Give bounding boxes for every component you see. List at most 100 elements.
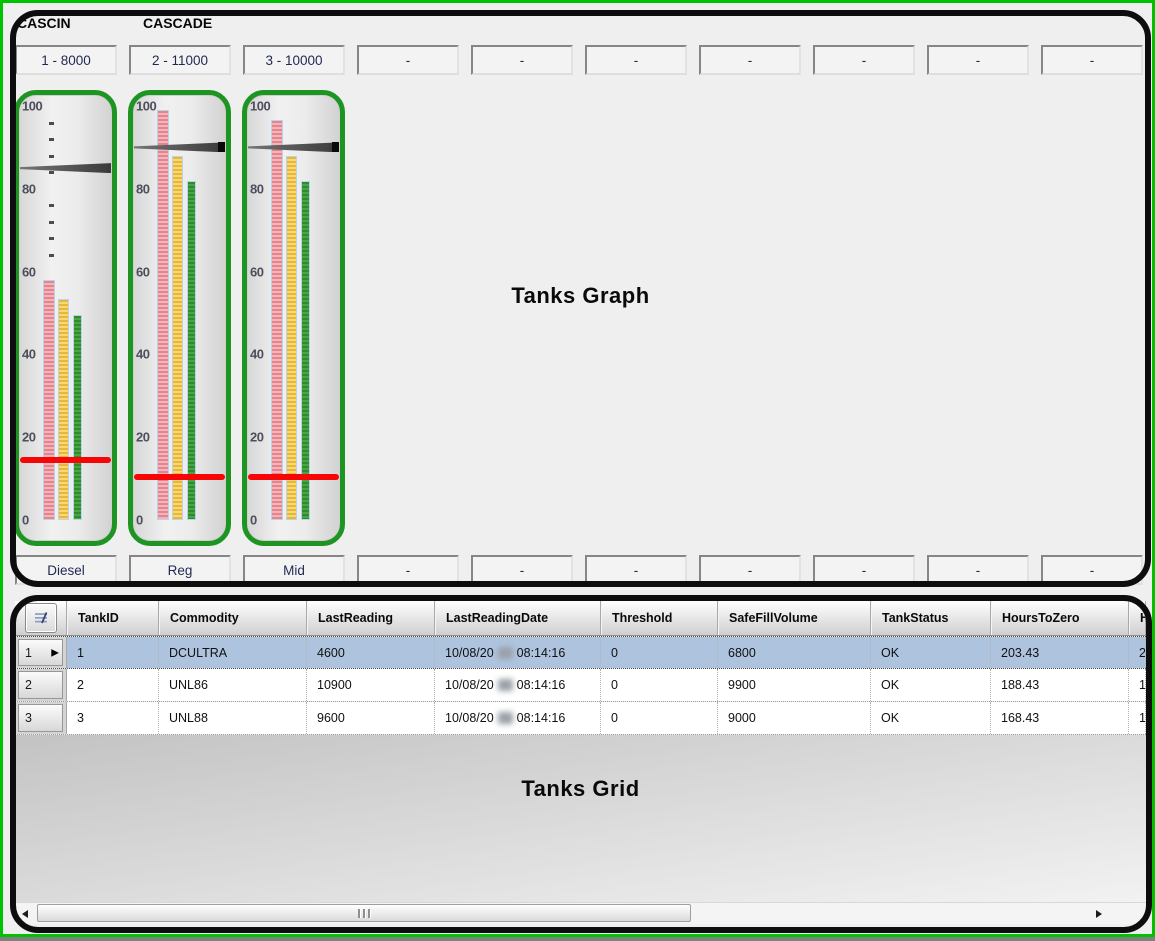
tank-gauge-3: 100806040200 xyxy=(242,90,345,546)
redacted-year-blur xyxy=(498,679,513,691)
cell-lastreadingdate[interactable]: 10/08/2008:14:16 xyxy=(435,637,601,668)
cell-hourstozero[interactable]: 203.43 xyxy=(991,637,1129,668)
column-header-tankstatus[interactable]: TankStatus xyxy=(871,601,991,635)
gauge-scale-label-80: 80 xyxy=(136,181,149,196)
cell-h[interactable]: 1 xyxy=(1129,702,1146,734)
low-threshold-line xyxy=(20,457,111,463)
tank-select-button-1[interactable]: 1 - 8000 xyxy=(15,45,117,75)
tank-select-button-10[interactable]: - xyxy=(1041,45,1143,75)
gauge-scale-label-40: 40 xyxy=(136,347,149,362)
grid-properties-icon xyxy=(33,610,49,626)
cell-hourstozero[interactable]: 188.43 xyxy=(991,669,1129,701)
table-row-1[interactable]: 1▶1DCULTRA460010/08/2008:14:1606800OK203… xyxy=(15,636,1146,669)
gauge-scale-label-60: 60 xyxy=(250,264,263,279)
column-header-lastreading[interactable]: LastReading xyxy=(307,601,435,635)
alt-volume-bar xyxy=(187,181,196,520)
commodity-button-1[interactable]: Diesel xyxy=(15,555,117,585)
cell-h[interactable]: 1 xyxy=(1129,669,1146,701)
gauge-minor-tick xyxy=(49,237,54,240)
table-row-2[interactable]: 22UNL861090010/08/2008:14:1609900OK188.4… xyxy=(15,669,1146,702)
cell-lastreadingdate[interactable]: 10/08/2008:14:16 xyxy=(435,669,601,701)
cell-lastreading[interactable]: 9600 xyxy=(307,702,435,734)
row-header-button-3[interactable]: 3 xyxy=(18,704,63,732)
cell-safefillvolume[interactable]: 9900 xyxy=(718,669,871,701)
commodity-button-2[interactable]: Reg xyxy=(129,555,231,585)
low-threshold-line xyxy=(134,474,225,480)
commodity-button-6[interactable]: - xyxy=(585,555,687,585)
cell-tankid[interactable]: 3 xyxy=(67,702,159,734)
cell-threshold[interactable]: 0 xyxy=(601,702,718,734)
scroll-left-button[interactable] xyxy=(15,903,35,924)
alt-volume-bar xyxy=(301,181,310,520)
date-prefix: 10/08/20 xyxy=(445,711,494,725)
gauge-scale-label-20: 20 xyxy=(22,430,35,445)
grid-horizontal-scrollbar[interactable] xyxy=(15,902,1146,924)
commodity-button-row: DieselRegMid------- xyxy=(3,555,1155,585)
scroll-right-button[interactable] xyxy=(1089,903,1109,924)
site-label-cascin: CASCIN xyxy=(17,15,71,31)
cell-threshold[interactable]: 0 xyxy=(601,669,718,701)
row-header-button-2[interactable]: 2 xyxy=(18,671,63,699)
cell-commodity[interactable]: UNL88 xyxy=(159,702,307,734)
cell-tankstatus[interactable]: OK xyxy=(871,669,991,701)
grid-empty-area xyxy=(15,735,1146,902)
alt-volume-bar xyxy=(73,315,82,520)
cell-tankstatus[interactable]: OK xyxy=(871,637,991,668)
commodity-button-5[interactable]: - xyxy=(471,555,573,585)
tank-select-button-6[interactable]: - xyxy=(585,45,687,75)
tank-select-button-8[interactable]: - xyxy=(813,45,915,75)
gauge-scale-label-0: 0 xyxy=(136,513,143,528)
cell-lastreading[interactable]: 10900 xyxy=(307,669,435,701)
tanks-grid-title: Tanks Grid xyxy=(3,776,1155,802)
tank-select-button-3[interactable]: 3 - 10000 xyxy=(243,45,345,75)
scroll-left-arrow-icon xyxy=(22,910,28,918)
gauge-scale-label-40: 40 xyxy=(22,347,35,362)
gauge-minor-tick xyxy=(49,138,54,141)
cell-lastreadingdate[interactable]: 10/08/2008:14:16 xyxy=(435,702,601,734)
cell-safefillvolume[interactable]: 6800 xyxy=(718,637,871,668)
column-header-lastreadingdate[interactable]: LastReadingDate xyxy=(435,601,601,635)
site-label-cascade: CASCADE xyxy=(143,15,212,31)
tank-select-button-9[interactable]: - xyxy=(927,45,1029,75)
cell-threshold[interactable]: 0 xyxy=(601,637,718,668)
row-header-cell: 2 xyxy=(15,669,67,701)
cell-tankid[interactable]: 2 xyxy=(67,669,159,701)
scrollbar-thumb[interactable] xyxy=(37,904,691,922)
grid-rows: 1▶1DCULTRA460010/08/2008:14:1606800OK203… xyxy=(15,636,1146,735)
column-header-hourstozero[interactable]: HoursToZero xyxy=(991,601,1129,635)
tank-select-button-2[interactable]: 2 - 11000 xyxy=(129,45,231,75)
cell-lastreading[interactable]: 4600 xyxy=(307,637,435,668)
commodity-button-8[interactable]: - xyxy=(813,555,915,585)
cell-hourstozero[interactable]: 168.43 xyxy=(991,702,1129,734)
commodity-button-4[interactable]: - xyxy=(357,555,459,585)
cell-safefillvolume[interactable]: 9000 xyxy=(718,702,871,734)
gauge-minor-tick xyxy=(49,204,54,207)
column-header-commodity[interactable]: Commodity xyxy=(159,601,307,635)
cell-tankid[interactable]: 1 xyxy=(67,637,159,668)
gross-volume-bar xyxy=(43,280,55,520)
tank-select-button-7[interactable]: - xyxy=(699,45,801,75)
column-header-tankid[interactable]: TankID xyxy=(67,601,159,635)
cell-tankstatus[interactable]: OK xyxy=(871,702,991,734)
tank-select-button-4[interactable]: - xyxy=(357,45,459,75)
commodity-button-7[interactable]: - xyxy=(699,555,801,585)
cell-h[interactable]: 2 xyxy=(1129,637,1146,668)
safe-fill-marker xyxy=(20,163,111,173)
column-header-h[interactable]: H xyxy=(1129,601,1146,635)
commodity-button-3[interactable]: Mid xyxy=(243,555,345,585)
commodity-button-9[interactable]: - xyxy=(927,555,1029,585)
tank-select-button-5[interactable]: - xyxy=(471,45,573,75)
grid-properties-button[interactable] xyxy=(25,603,57,633)
column-header-threshold[interactable]: Threshold xyxy=(601,601,718,635)
table-row-3[interactable]: 33UNL88960010/08/2008:14:1609000OK168.43… xyxy=(15,702,1146,735)
scroll-right-arrow-icon xyxy=(1096,910,1102,918)
scrollbar-grip-icon xyxy=(358,909,370,918)
row-header-button-1[interactable]: 1▶ xyxy=(18,639,63,666)
column-header-safefillvolume[interactable]: SafeFillVolume xyxy=(718,601,871,635)
cell-commodity[interactable]: UNL86 xyxy=(159,669,307,701)
commodity-button-10[interactable]: - xyxy=(1041,555,1143,585)
redacted-year-blur xyxy=(498,712,513,724)
tank-select-button-row: 1 - 80002 - 110003 - 10000------- xyxy=(3,45,1155,75)
date-prefix: 10/08/20 xyxy=(445,678,494,692)
cell-commodity[interactable]: DCULTRA xyxy=(159,637,307,668)
